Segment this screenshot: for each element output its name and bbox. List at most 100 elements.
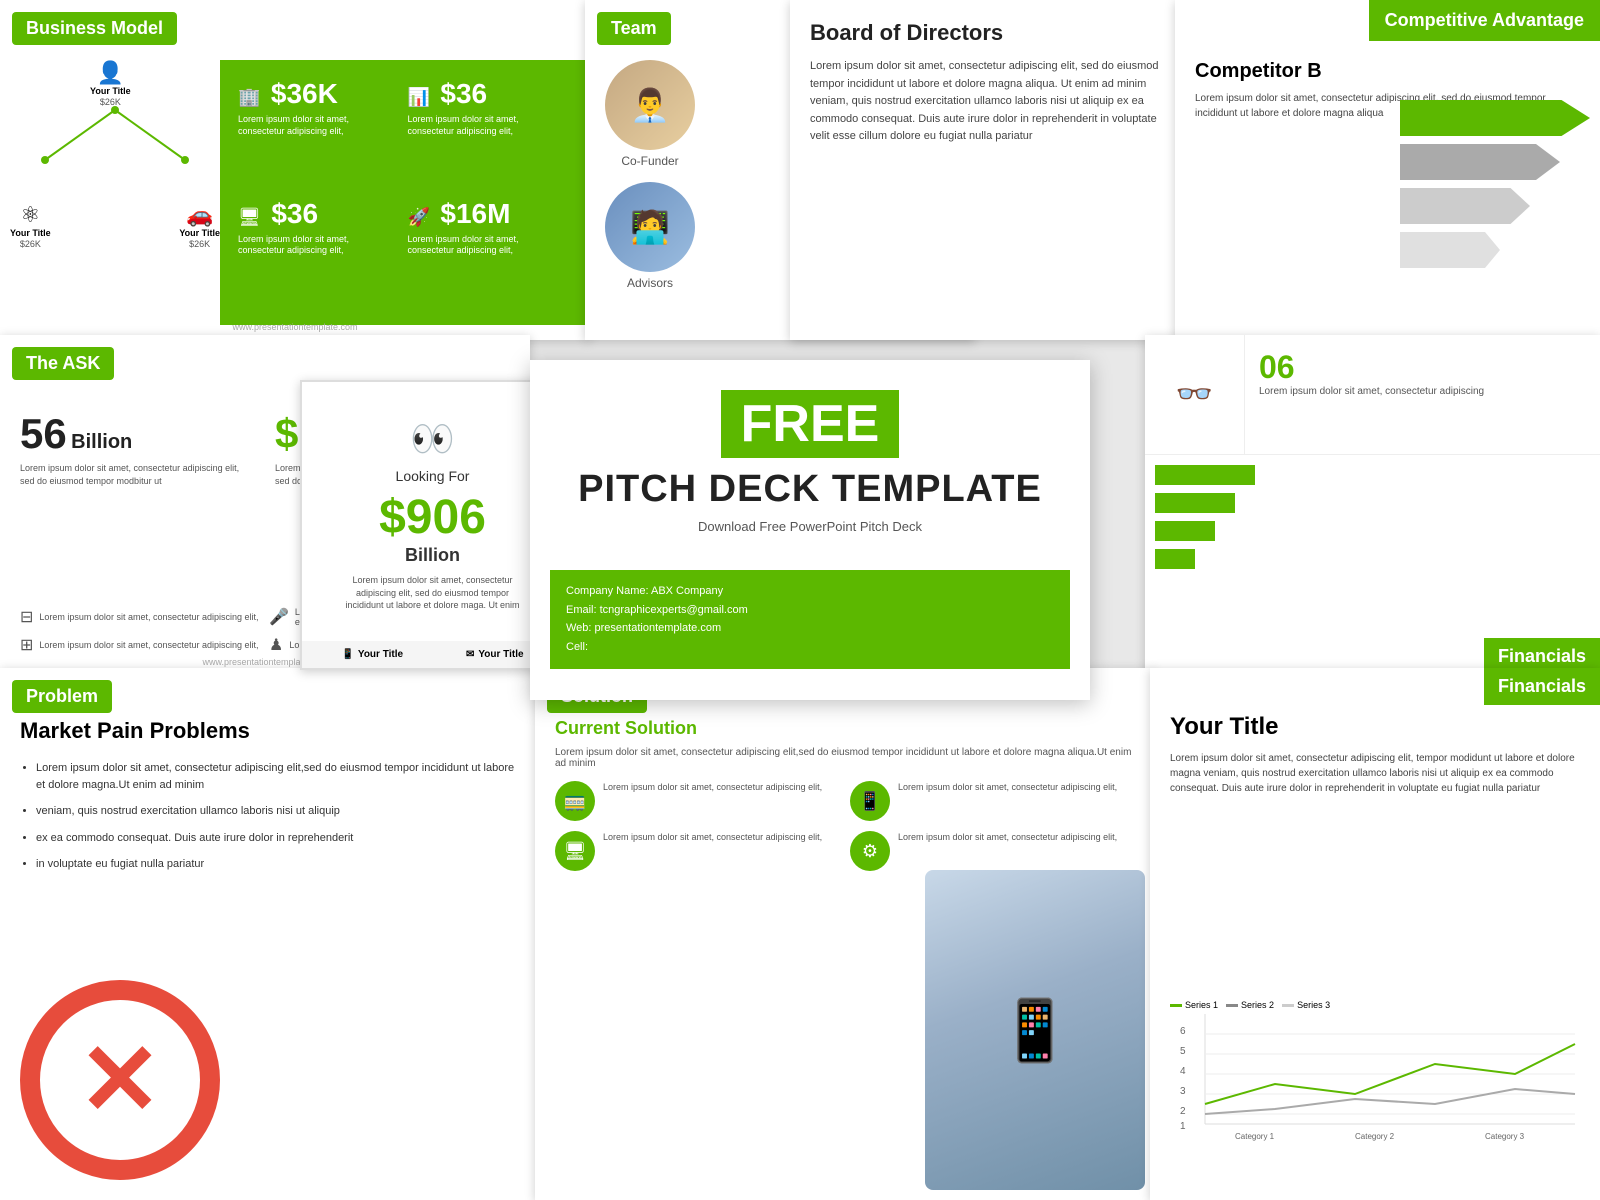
client-label: Lorem ipsum dolor sit amet, consectetur … — [1259, 386, 1586, 397]
free-pitch-header: FREE PITCH DECK TEMPLATE Download Free P… — [550, 390, 1070, 570]
free-label: FREE — [721, 390, 900, 458]
desktop-icon: 🖥 — [555, 831, 595, 871]
bar-3 — [1155, 521, 1590, 541]
team-avatar-1: 👨‍💼 — [605, 60, 695, 150]
series3-legend — [1282, 1004, 1294, 1007]
web-contact: Web: presentationtemplate.com — [566, 619, 1054, 638]
sol-icon-4: ⚙ Lorem ipsum dolor sit amet, consectetu… — [850, 831, 1135, 871]
gear-icon: ⚙ — [850, 831, 890, 871]
business-model-slide: Business Model 👤 Your Title $26K ⚛ Your … — [0, 0, 590, 340]
problem-item-2: veniam, quis nostrud exercitation ullamc… — [36, 803, 520, 820]
phone-screen: 📱 — [925, 870, 1145, 1190]
email-icon: ✉ — [466, 649, 474, 660]
svg-text:5: 5 — [1180, 1046, 1186, 1057]
business-stats-panel: 🏢 $36K Lorem ipsum dolor sit amet, conse… — [220, 60, 585, 325]
arrow-gray3 — [1400, 232, 1500, 268]
sol-icon-3: 🖥 Lorem ipsum dolor sit amet, consectetu… — [555, 831, 840, 871]
business-model-badge: Business Model — [12, 12, 177, 45]
ask-icon-3: ⊞ Lorem ipsum dolor sit amet, consectetu… — [20, 635, 261, 655]
contact-2: ✉ Your Title — [466, 649, 524, 660]
problem-item-4: in voluptate eu fugiat nulla pariatur — [36, 856, 520, 873]
line-chart-svg: 6 5 4 3 2 1 Category 1 Category 2 Catego… — [1170, 1014, 1580, 1144]
problem-badge: Problem — [12, 680, 112, 713]
ask-icon-1: ⊟ Lorem ipsum dolor sit amet, consectetu… — [20, 607, 261, 627]
lookingfor-content: 👀 Looking For $906 Billion Lorem ipsum d… — [322, 402, 543, 672]
problem-x-symbol: ✕ — [20, 980, 220, 1180]
chart-legend: Series 1 Series 2 Series 3 — [1170, 1000, 1580, 1010]
eyes-icon: 👀 — [338, 418, 527, 460]
series1-legend — [1170, 1004, 1182, 1007]
svg-text:Category 2: Category 2 — [1355, 1132, 1395, 1141]
business-chart: 👤 Your Title $26K ⚛ Your Title $26K 🚗 Yo… — [20, 60, 210, 260]
sol-icon-2: 📱 Lorem ipsum dolor sit amet, consectetu… — [850, 781, 1135, 821]
chess-icon: ♟ — [269, 635, 283, 655]
x-circle: ✕ — [20, 980, 220, 1180]
svg-text:6: 6 — [1180, 1026, 1186, 1037]
current-solution-desc: Lorem ipsum dolor sit amet, consectetur … — [555, 747, 1135, 769]
board-body: Lorem ipsum dolor sit amet, consectetur … — [810, 58, 1160, 146]
problem-item-1: Lorem ipsum dolor sit amet, consectetur … — [36, 760, 520, 793]
pitch-title: PITCH DECK TEMPLATE — [550, 468, 1070, 511]
competitive-arrows — [1400, 100, 1600, 276]
board-title: Board of Directors — [810, 20, 1160, 46]
bar-4 — [1155, 549, 1590, 569]
arrow-green — [1400, 100, 1590, 136]
looking-amount: $906 — [338, 490, 527, 545]
grid-icon: ⊞ — [20, 635, 33, 655]
svg-text:Category 3: Category 3 — [1485, 1132, 1525, 1141]
solution-content: Current Solution Lorem ipsum dolor sit a… — [555, 718, 1135, 881]
competitive-badge: Competitive Advantage — [1369, 0, 1600, 41]
financials-desc: Lorem ipsum dolor sit amet, consectetur … — [1170, 751, 1580, 796]
sol-icon-1: 🚃 Lorem ipsum dolor sit amet, consectetu… — [555, 781, 840, 821]
financials-slide-badge: Financials — [1484, 668, 1600, 705]
client-number: 06 — [1259, 349, 1586, 386]
solution-slide: Solution Current Solution Lorem ipsum do… — [535, 668, 1155, 1200]
x-mark: ✕ — [78, 1030, 162, 1130]
financials-slide: Financials Your Title Lorem ipsum dolor … — [1150, 668, 1600, 1200]
client-text-box: 06 Lorem ipsum dolor sit amet, consectet… — [1245, 335, 1600, 455]
looking-unit: Billion — [338, 545, 527, 566]
svg-text:1: 1 — [1180, 1121, 1186, 1132]
current-solution-title: Current Solution — [555, 718, 1135, 739]
client-slide: 👓 06 Lorem ipsum dolor sit amet, consect… — [1145, 335, 1600, 675]
looking-text: Looking For — [338, 468, 527, 484]
svg-text:4: 4 — [1180, 1066, 1186, 1077]
looking-desc: Lorem ipsum dolor sit amet, consectetur … — [338, 574, 527, 612]
mobile-icon: 📱 — [850, 781, 890, 821]
svg-text:3: 3 — [1180, 1086, 1186, 1097]
biz-stat-3: 🖥 $36 Lorem ipsum dolor sit amet, consec… — [238, 198, 398, 308]
team-avatar-2: 🧑‍💻 — [605, 182, 695, 272]
biz-stat-4: 🚀 $16M Lorem ipsum dolor sit amet, conse… — [408, 198, 568, 308]
financials-chart: Series 1 Series 2 Series 3 — [1170, 1000, 1580, 1180]
contact-1: 📱 Your Title — [341, 649, 403, 660]
client-top: 👓 06 Lorem ipsum dolor sit amet, consect… — [1145, 335, 1600, 455]
email-contact: Email: tcngraphicexperts@gmail.com — [566, 601, 1054, 620]
ask-badge: The ASK — [12, 347, 114, 380]
ask-stat-1: 56 Billion Lorem ipsum dolor sit amet, c… — [20, 410, 255, 487]
problem-content: Market Pain Problems Lorem ipsum dolor s… — [20, 718, 520, 883]
financials-title: Your Title — [1170, 713, 1580, 741]
glasses-icon: 👓 — [1176, 377, 1213, 412]
biz-stat-2: 📊 $36 Lorem ipsum dolor sit amet, consec… — [408, 78, 568, 188]
client-icon-box: 👓 — [1145, 335, 1245, 455]
problem-item-3: ex ea commodo consequat. Duis aute irure… — [36, 830, 520, 847]
problem-title: Market Pain Problems — [20, 718, 520, 744]
free-pitch-slide: FREE PITCH DECK TEMPLATE Download Free P… — [530, 360, 1090, 700]
server-icon: ⊟ — [20, 607, 33, 627]
phone-icon: 📱 — [341, 649, 353, 660]
train-icon: 🚃 — [555, 781, 595, 821]
competitor-name: Competitor B — [1195, 60, 1580, 83]
competitive-slide: Competitive Advantage Competitor B Lorem… — [1175, 0, 1600, 340]
pitch-subtitle: Download Free PowerPoint Pitch Deck — [550, 519, 1070, 534]
financials-content: Your Title Lorem ipsum dolor sit amet, c… — [1170, 713, 1580, 808]
team-badge: Team — [597, 12, 671, 45]
bar-2 — [1155, 493, 1590, 513]
svg-text:Category 1: Category 1 — [1235, 1132, 1275, 1141]
lookingfor-slide: 👀 Looking For $906 Billion Lorem ipsum d… — [300, 380, 565, 670]
solution-phone-image: 📱 — [925, 870, 1145, 1190]
cell-contact: Cell: — [566, 638, 1054, 657]
company-name: Company Name: ABX Company — [566, 582, 1054, 601]
solution-icons-grid: 🚃 Lorem ipsum dolor sit amet, consectetu… — [555, 781, 1135, 871]
bar-1 — [1155, 465, 1590, 485]
client-bars — [1145, 455, 1600, 587]
